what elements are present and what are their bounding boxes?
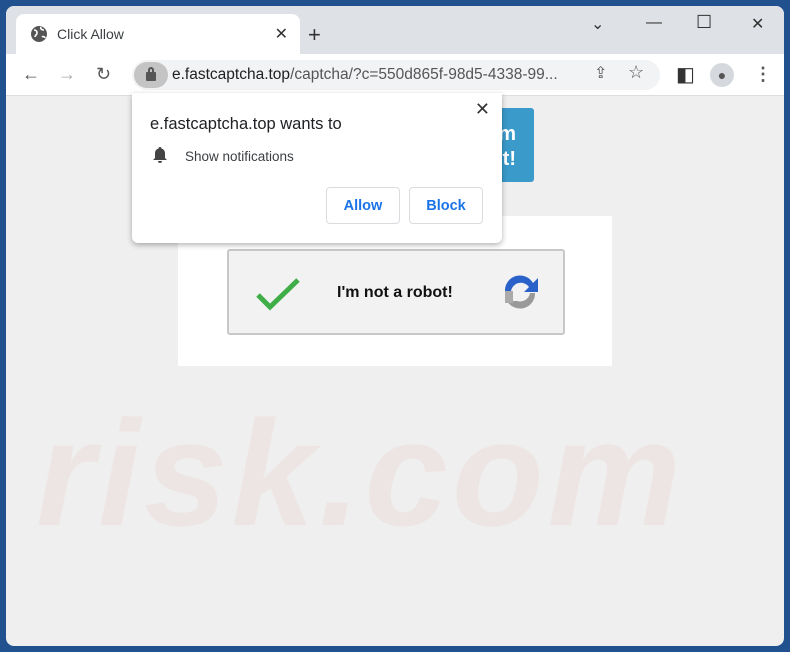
block-button[interactable]: Block — [409, 187, 483, 224]
browser-window: Click Allow ✕ + ⌄ — ☐ ✕ ← → ↻ e.fastcapt… — [6, 6, 784, 646]
address-bar[interactable]: e.fastcaptcha.top/captcha/?c=550d865f-98… — [132, 60, 660, 90]
bell-icon — [153, 147, 167, 163]
close-window-button[interactable]: ✕ — [751, 14, 764, 34]
checkmark-icon — [256, 278, 300, 311]
tab-bar: Click Allow ✕ + ⌄ — ☐ ✕ — [6, 6, 784, 54]
reload-icon[interactable]: ↻ — [96, 64, 111, 85]
menu-icon[interactable]: ⋮ — [754, 64, 772, 85]
watermark-logo: risk.com — [36, 389, 685, 557]
close-tab-icon[interactable]: ✕ — [275, 24, 288, 44]
minimize-button[interactable]: — — [646, 14, 662, 32]
globe-icon — [31, 26, 47, 42]
notification-permission-popup: ✕ e.fastcaptcha.top wants to Show notifi… — [132, 93, 502, 243]
profile-avatar-icon[interactable]: ● — [710, 63, 734, 87]
maximize-button[interactable]: ☐ — [696, 12, 712, 33]
star-icon[interactable]: ☆ — [628, 62, 644, 83]
tab-search-icon[interactable]: ⌄ — [591, 14, 604, 34]
forward-icon[interactable]: → — [58, 64, 76, 85]
tab-title: Click Allow — [57, 26, 124, 42]
close-popup-icon[interactable]: ✕ — [475, 99, 490, 120]
tab-active[interactable]: Click Allow ✕ — [16, 14, 300, 54]
permission-text: Show notifications — [185, 149, 294, 164]
lock-icon[interactable] — [134, 62, 168, 88]
allow-button[interactable]: Allow — [326, 187, 400, 224]
url-domain: e.fastcaptcha.top — [172, 66, 291, 83]
fake-captcha-box[interactable]: I'm not a robot! — [227, 249, 565, 335]
side-panel-icon[interactable]: ◧ — [676, 62, 695, 87]
back-icon[interactable]: ← — [22, 64, 40, 85]
captcha-label: I'm not a robot! — [337, 284, 453, 301]
toolbar: ← → ↻ e.fastcaptcha.top/captcha/?c=550d8… — [6, 54, 784, 96]
share-icon[interactable]: ⇪ — [594, 63, 607, 83]
url-path: /captcha/?c=550d865f-98d5-4338-99... — [290, 66, 558, 83]
page-content: risk.com m t! I'm not a robot! ✕ e.fastca… — [6, 93, 784, 646]
recaptcha-logo-icon — [504, 275, 538, 309]
popup-title: e.fastcaptcha.top wants to — [150, 115, 342, 133]
new-tab-button[interactable]: + — [308, 22, 321, 48]
